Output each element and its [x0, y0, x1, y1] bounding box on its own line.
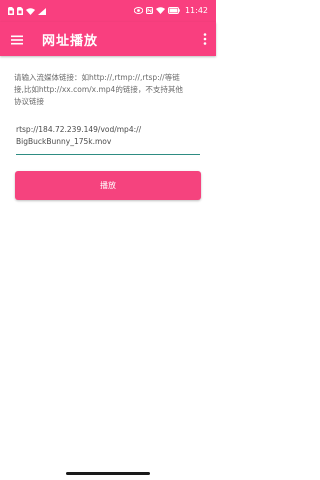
wifi-icon	[155, 7, 165, 14]
url-input-line: BigBuckBunny_175k.mov	[16, 137, 112, 146]
navigation-bar	[0, 459, 216, 480]
more-vert-icon[interactable]	[200, 31, 210, 47]
url-input-value[interactable]: rtsp://184.72.239.149/vod/mp4:// BigBuck…	[16, 124, 200, 148]
status-bar: 11:42	[0, 0, 216, 22]
prompt-line: 请输入流媒体链接：如http://,rtmp://,rtsp://等链	[14, 73, 180, 82]
home-indicator[interactable]	[66, 472, 150, 475]
signal-icon	[38, 7, 46, 15]
wifi-icon	[26, 7, 35, 15]
status-bar-left	[8, 7, 46, 15]
sim-icon	[17, 7, 23, 15]
url-input-line: rtsp://184.72.239.149/vod/mp4://	[16, 125, 142, 134]
url-input-underline	[16, 154, 200, 155]
page-title: 网址播放	[42, 34, 99, 49]
menu-icon[interactable]	[10, 32, 24, 46]
status-time: 11:42	[184, 6, 208, 15]
sim-icon	[8, 7, 14, 15]
nfc-icon	[145, 7, 153, 14]
app-bar: 网址播放	[0, 22, 216, 56]
prompt-line: 接,比如http://xx.com/x.mp4的链接，不支持其他	[14, 85, 183, 94]
play-button[interactable]: 播放	[15, 171, 201, 200]
battery-icon	[167, 7, 180, 14]
prompt-line: 协议链接	[14, 97, 44, 106]
url-prompt-text: 请输入流媒体链接：如http://,rtmp://,rtsp://等链 接,比如…	[14, 72, 206, 108]
url-input[interactable]: rtsp://184.72.239.149/vod/mp4:// BigBuck…	[16, 124, 200, 155]
status-bar-right: 11:42	[133, 6, 208, 15]
eye-icon	[133, 7, 143, 14]
